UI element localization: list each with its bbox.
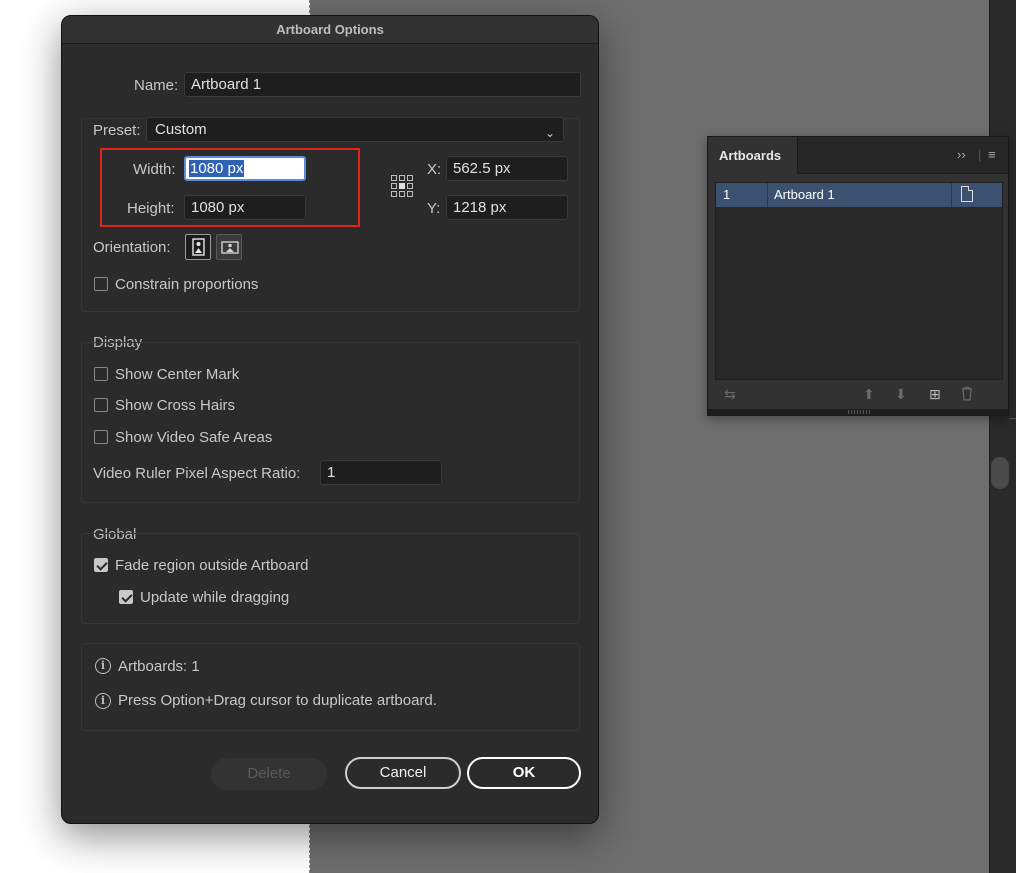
ref-point[interactable] <box>391 191 397 197</box>
width-label: Width: <box>133 161 176 178</box>
preset-label: Preset: <box>93 122 141 139</box>
constrain-proportions-checkbox[interactable] <box>94 277 108 291</box>
landscape-orientation-icon[interactable] <box>216 234 242 260</box>
artboard-options-icon[interactable] <box>961 186 973 202</box>
reference-point-grid-icon[interactable] <box>391 175 413 197</box>
x-field[interactable]: 562.5 px <box>446 156 568 181</box>
ref-point[interactable] <box>407 191 413 197</box>
grip-dots <box>848 410 870 414</box>
y-label: Y: <box>427 200 441 217</box>
panel-footer: ⇆ ⬆ ⬇ ⊞ <box>708 384 1008 408</box>
panel-resize-grip[interactable] <box>708 409 1008 415</box>
show-video-safe-areas-label: Show Video Safe Areas <box>115 429 273 446</box>
row-divider <box>951 183 952 207</box>
panel-ctrl-divider: | <box>978 147 982 162</box>
tab-artboards[interactable]: Artboards <box>708 137 798 174</box>
update-while-dragging-checkbox[interactable] <box>119 590 133 604</box>
orientation-label: Orientation: <box>93 239 171 256</box>
width-field[interactable]: 1080 px <box>184 156 306 181</box>
duplicate-tip: Press Option+Drag cursor to duplicate ar… <box>118 692 437 709</box>
height-label: Height: <box>127 200 175 217</box>
arrow-down-icon[interactable]: ⬇ <box>895 386 907 403</box>
ref-point[interactable] <box>391 183 397 189</box>
ref-point[interactable] <box>407 183 413 189</box>
info-icon: i <box>95 693 111 709</box>
double-chevron-right-icon[interactable]: ›› <box>957 147 966 162</box>
portrait-orientation-icon[interactable] <box>185 234 211 260</box>
update-while-dragging-label: Update while dragging <box>140 589 290 606</box>
chevron-down-icon: ⌄ <box>544 126 555 140</box>
ref-point[interactable] <box>399 175 405 181</box>
ref-point[interactable] <box>407 175 413 181</box>
show-cross-hairs-label: Show Cross Hairs <box>115 397 236 414</box>
rearrange-icon[interactable]: ⇆ <box>724 386 736 403</box>
artboards-count: Artboards: 1 <box>118 658 200 675</box>
width-value: 1080 px <box>189 160 245 177</box>
height-field[interactable]: 1080 px <box>184 195 306 220</box>
ref-point-center[interactable] <box>399 183 405 189</box>
ref-point[interactable] <box>399 191 405 197</box>
artboard-number: 1 <box>723 187 731 202</box>
artboards-panel: Artboards ›› | ≡ 1 Artboard 1 ⇆ ⬆ ⬇ ⊞ <box>707 136 1009 416</box>
show-video-safe-areas-checkbox[interactable] <box>94 430 108 444</box>
artboard-name: Artboard 1 <box>774 187 835 202</box>
vertical-scrollbar-thumb[interactable] <box>991 457 1009 489</box>
list-item[interactable]: 1 Artboard 1 <box>716 183 1002 207</box>
info-group <box>81 643 580 731</box>
pixel-aspect-ratio-field[interactable]: 1 <box>320 460 442 485</box>
preset-dropdown[interactable]: Custom ⌄ <box>146 117 564 142</box>
delete-button[interactable]: Delete <box>211 758 327 790</box>
dialog-title: Artboard Options <box>62 16 598 44</box>
global-group <box>81 533 580 624</box>
name-field[interactable]: Artboard 1 <box>184 72 581 97</box>
cancel-button[interactable]: Cancel <box>345 757 461 789</box>
artboard-options-dialog: Artboard Options Name: Artboard 1 Preset… <box>61 15 599 824</box>
info-icon: i <box>95 658 111 674</box>
y-field[interactable]: 1218 px <box>446 195 568 220</box>
constrain-proportions-label: Constrain proportions <box>115 276 259 293</box>
fade-region-checkbox[interactable] <box>94 558 108 572</box>
show-center-mark-label: Show Center Mark <box>115 366 240 383</box>
preset-value: Custom <box>155 121 207 138</box>
hamburger-menu-icon[interactable]: ≡ <box>988 147 996 162</box>
show-cross-hairs-checkbox[interactable] <box>94 398 108 412</box>
show-center-mark-checkbox[interactable] <box>94 367 108 381</box>
strip-tick <box>1009 418 1016 419</box>
x-label: X: <box>427 161 442 178</box>
trash-icon[interactable] <box>960 386 974 404</box>
right-scroll-strip <box>989 0 1016 873</box>
ok-button[interactable]: OK <box>467 757 581 789</box>
fade-region-label: Fade region outside Artboard <box>115 557 309 574</box>
arrow-up-icon[interactable]: ⬆ <box>863 386 875 403</box>
ref-point[interactable] <box>391 175 397 181</box>
pixel-aspect-ratio-label: Video Ruler Pixel Aspect Ratio: <box>93 465 301 482</box>
new-artboard-icon[interactable]: ⊞ <box>929 386 941 403</box>
name-label: Name: <box>134 77 179 94</box>
strip-divider <box>989 0 990 873</box>
row-divider <box>767 183 768 207</box>
artboards-list: 1 Artboard 1 <box>715 182 1003 380</box>
panel-tabbar: Artboards ›› | ≡ <box>708 137 1008 174</box>
